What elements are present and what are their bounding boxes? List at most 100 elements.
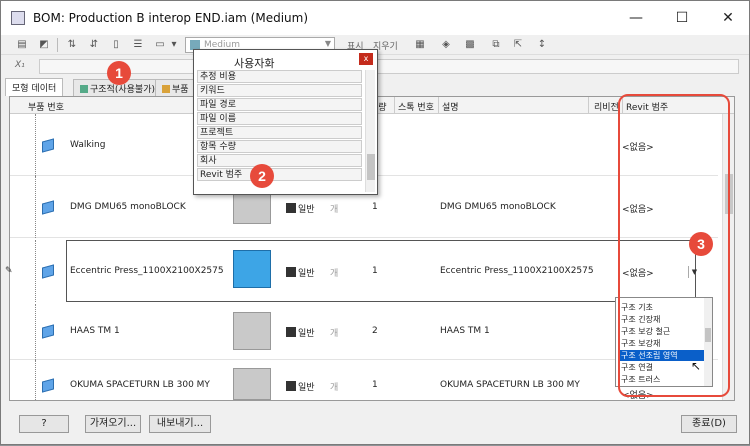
- sort-numeric-icon[interactable]: ↕: [535, 38, 549, 52]
- toolbar-divider: [57, 38, 58, 52]
- field-item[interactable]: 회사: [197, 154, 362, 167]
- unit: 개: [330, 269, 339, 279]
- maximize-button[interactable]: ☐: [659, 1, 705, 35]
- bom-structure[interactable]: 일반: [286, 326, 315, 339]
- popup-scrollbar[interactable]: [365, 70, 375, 192]
- help-button[interactable]: ?: [19, 415, 69, 433]
- assembly-icon: [42, 324, 54, 339]
- import-button[interactable]: 가져오기...: [85, 415, 141, 433]
- tree-line: [35, 176, 36, 238]
- col-revision[interactable]: 리비전: [594, 100, 619, 113]
- assembly-icon: [42, 200, 54, 215]
- field-item[interactable]: 추정 비용: [197, 70, 362, 83]
- scrollbar-thumb[interactable]: [367, 154, 375, 180]
- tab-label: 모형 데이터: [12, 84, 57, 94]
- customize-popup: 사용자화 x 추정 비용 키워드 파일 경로 파일 이름 프로젝트 항목 수량 …: [193, 49, 378, 195]
- tree-line: [35, 240, 36, 302]
- unit: 개: [330, 329, 339, 339]
- field-item-revit-category[interactable]: Revit 범주: [197, 168, 362, 181]
- bottom-bar: ? 가져오기... 내보내기... 종료(D): [1, 403, 749, 446]
- qty: 2: [372, 326, 378, 336]
- popup-title: 사용자화: [234, 57, 275, 70]
- tab-parts[interactable]: 부품: [155, 79, 196, 96]
- bom-structure-icon: [286, 327, 296, 337]
- link-icon[interactable]: ⇱: [511, 38, 525, 52]
- step-badge-2: 2: [250, 164, 274, 188]
- field-item[interactable]: 파일 경로: [197, 98, 362, 111]
- tree-line: [35, 360, 36, 400]
- export-button[interactable]: 내보내기...: [149, 415, 211, 433]
- chevron-down-icon[interactable]: ▾: [167, 38, 181, 52]
- view-menu-icon[interactable]: ▭: [153, 38, 167, 52]
- unit: 개: [330, 383, 339, 393]
- col-description[interactable]: 설명: [442, 100, 459, 113]
- table-row[interactable]: OKUMA SPACETURN LB 300 MY 일반 개 1 OKUMA S…: [10, 360, 718, 400]
- bom-structure[interactable]: 일반: [286, 202, 315, 215]
- highlight-box: [618, 94, 730, 397]
- table-icon[interactable]: ▤: [15, 38, 29, 52]
- bom-structure[interactable]: 일반: [286, 380, 315, 393]
- grid-icon[interactable]: ▩: [463, 38, 477, 52]
- field-item[interactable]: 항목 수량: [197, 140, 362, 153]
- list-icon[interactable]: ☰: [131, 38, 145, 52]
- done-button[interactable]: 종료(D): [681, 415, 737, 433]
- part-name: OKUMA SPACETURN LB 300 MY: [70, 380, 210, 390]
- part-thumbnail: [223, 244, 283, 296]
- document-icon[interactable]: ▯: [109, 38, 123, 52]
- bom-structure-icon: [286, 381, 296, 391]
- qty: 1: [372, 266, 378, 276]
- field-item[interactable]: 파일 이름: [197, 112, 362, 125]
- field-list: 추정 비용 키워드 파일 경로 파일 이름 프로젝트 항목 수량 회사 Revi…: [197, 70, 375, 192]
- parts-icon: [162, 85, 170, 93]
- description[interactable]: OKUMA SPACETURN LB 300 MY: [440, 380, 580, 390]
- bom-structure-icon: [286, 267, 296, 277]
- app-icon: [11, 11, 25, 25]
- qty: 1: [372, 380, 378, 390]
- part-name: Walking: [70, 140, 106, 150]
- part-thumbnail: [223, 306, 283, 358]
- tree-line: [35, 114, 36, 176]
- assembly-icon: [42, 378, 54, 393]
- minimize-button[interactable]: —: [613, 1, 659, 35]
- col-stock[interactable]: 스톡 번호: [398, 100, 434, 113]
- formula-label: X₁: [15, 60, 25, 70]
- header-divider: [438, 97, 439, 114]
- part-thumbnail: [223, 362, 283, 400]
- export-icon[interactable]: ⧉: [489, 38, 503, 52]
- sort-desc-icon[interactable]: ⇵: [87, 38, 101, 52]
- columns-icon[interactable]: ▦: [413, 38, 427, 52]
- col-part-number[interactable]: 부품 번호: [28, 100, 64, 113]
- header-divider: [588, 97, 589, 114]
- machine-image: [233, 368, 271, 400]
- step-badge-3: 3: [689, 232, 713, 256]
- part-name: DMG DMU65 monoBLOCK: [70, 202, 186, 212]
- close-icon[interactable]: x: [359, 53, 373, 65]
- part-name: HAAS TM 1: [70, 326, 120, 336]
- step-badge-1: 1: [107, 61, 131, 85]
- header-divider: [394, 97, 395, 114]
- unit: 개: [330, 205, 339, 215]
- field-item[interactable]: 키워드: [197, 84, 362, 97]
- eraser-icon[interactable]: ◩: [37, 38, 51, 52]
- window-title: BOM: Production B interop END.iam (Mediu…: [33, 11, 309, 25]
- chevron-down-icon[interactable]: ▼: [325, 39, 331, 48]
- close-button[interactable]: ✕: [705, 1, 750, 35]
- qty: 1: [372, 202, 378, 212]
- part-name: Eccentric Press_1100X2100X2575: [70, 266, 224, 276]
- bom-structure[interactable]: 일반: [286, 266, 315, 279]
- table-row[interactable]: Eccentric Press_1100X2100X2575 일반 개 1 Ec…: [10, 240, 718, 302]
- tab-model-data[interactable]: 모형 데이터: [5, 78, 64, 96]
- assembly-icon: [42, 264, 54, 279]
- table-row[interactable]: HAAS TM 1 일반 개 2 HAAS TM 1: [10, 304, 718, 360]
- press-image: [233, 250, 271, 288]
- tab-label: 구조적(사용불가): [90, 85, 155, 95]
- edit-pencil-icon: ✎: [5, 266, 13, 276]
- chart-icon[interactable]: ◈: [439, 38, 453, 52]
- structure-icon: [80, 85, 88, 93]
- description[interactable]: DMG DMU65 monoBLOCK: [440, 202, 556, 212]
- field-item[interactable]: 프로젝트: [197, 126, 362, 139]
- sort-asc-icon[interactable]: ⇅: [65, 38, 79, 52]
- formula-input[interactable]: [39, 59, 739, 74]
- description[interactable]: Eccentric Press_1100X2100X2575: [440, 266, 594, 276]
- description[interactable]: HAAS TM 1: [440, 326, 490, 336]
